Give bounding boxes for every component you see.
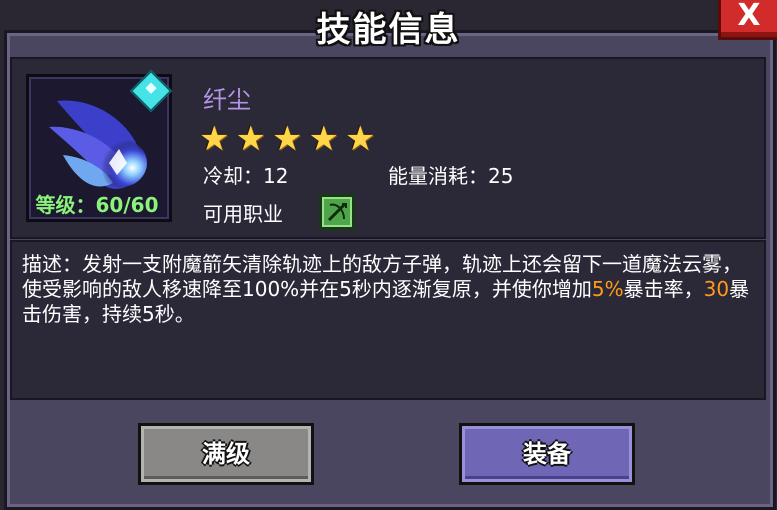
skill-level: 等级：60/60 (35, 193, 159, 217)
dialog-title: 技能信息 (316, 10, 461, 50)
max-level-button[interactable]: 满级 (138, 423, 314, 485)
skill-name: 纤尘 (203, 86, 251, 114)
energy-cost-stat: 能量消耗：25 (388, 164, 514, 188)
skill-description: 描述：发射一支附魔箭矢清除轨迹上的敌方子弹，轨迹上还会留下一道魔法云雾，使受影响… (22, 252, 752, 327)
description-text-2: 暴击率， (623, 277, 704, 301)
crit-damage-value: 30 (703, 277, 730, 301)
star-rating: ★ ★ ★ ★ ★ (199, 122, 375, 156)
equip-button[interactable]: 装备 (459, 423, 635, 485)
cooldown-stat: 冷却：12 (203, 164, 289, 188)
star-icon: ★ (199, 119, 230, 159)
class-label: 可用职业 (203, 202, 283, 226)
star-icon: ★ (271, 119, 303, 159)
star-icon: ★ (308, 119, 339, 159)
star-icon: ★ (344, 119, 376, 159)
crit-rate-value: 5% (591, 277, 624, 301)
star-icon: ★ (235, 119, 266, 159)
bow-icon (327, 202, 347, 222)
class-badge-icon[interactable] (319, 194, 355, 230)
close-button[interactable]: X (718, 0, 777, 40)
